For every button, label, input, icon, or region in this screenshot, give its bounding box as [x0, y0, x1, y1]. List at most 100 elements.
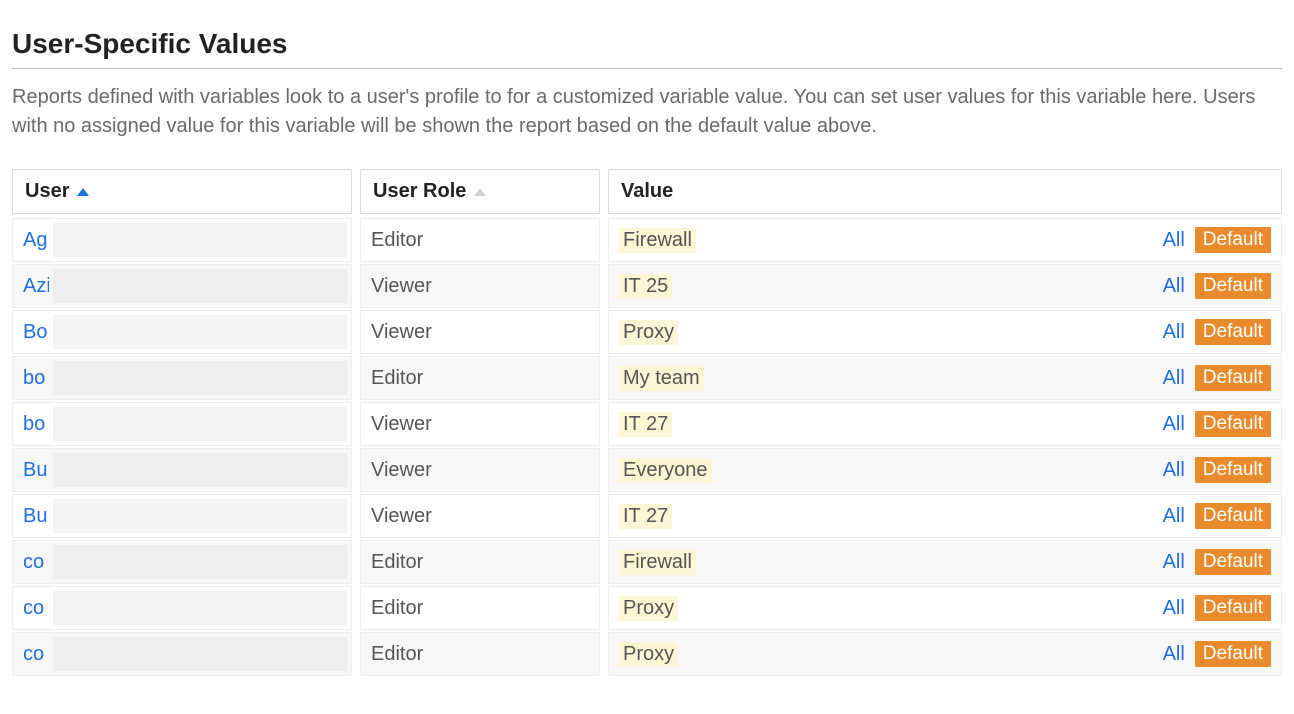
value-cell: ProxyAllDefault: [608, 632, 1282, 676]
value-cell: IT 25 All Default: [608, 264, 1282, 308]
value-cell: FirewallAllDefault: [608, 218, 1282, 262]
default-button[interactable]: Default: [1195, 595, 1271, 621]
all-link[interactable]: All: [1163, 413, 1185, 436]
column-header-value[interactable]: Value: [608, 169, 1282, 214]
table-row: bo Editor My team All Default: [12, 356, 1282, 400]
default-button[interactable]: Default: [1195, 273, 1271, 299]
value-actions: All Default: [1163, 595, 1271, 621]
user-link[interactable]: Bu: [23, 505, 49, 528]
user-link[interactable]: Bu: [23, 459, 49, 482]
user-link[interactable]: co: [23, 551, 49, 574]
value-text: IT 27: [619, 504, 672, 529]
table-row: boViewerIT 27AllDefault: [12, 402, 1282, 446]
role-cell: Viewer: [360, 310, 600, 354]
sort-inactive-icon: [474, 188, 486, 196]
default-button[interactable]: Default: [1195, 503, 1271, 529]
value-actions: All Default: [1163, 365, 1271, 391]
value-cell: Proxy All Default: [608, 586, 1282, 630]
value-text: Everyone: [619, 458, 712, 483]
value-text: Firewall: [619, 550, 696, 575]
role-cell: Editor: [360, 540, 600, 584]
value-cell: Firewall All Default: [608, 540, 1282, 584]
user-cell: Azi: [12, 264, 352, 308]
default-button[interactable]: Default: [1195, 365, 1271, 391]
user-cell: bo: [12, 402, 352, 446]
user-cell: bo: [12, 356, 352, 400]
role-cell: Editor: [360, 218, 600, 262]
section-title: User-Specific Values: [12, 28, 1282, 60]
role-cell: Viewer: [360, 494, 600, 538]
value-actions: All Default: [1163, 411, 1271, 437]
all-link[interactable]: All: [1163, 597, 1185, 620]
value-actions: All Default: [1163, 641, 1271, 667]
value-cell: IT 27 All Default: [608, 494, 1282, 538]
default-button[interactable]: Default: [1195, 549, 1271, 575]
role-cell: Viewer: [360, 402, 600, 446]
value-actions: All Default: [1163, 227, 1271, 253]
value-actions: All Default: [1163, 457, 1271, 483]
role-text: Editor: [371, 367, 423, 390]
all-link[interactable]: All: [1163, 367, 1185, 390]
user-link[interactable]: co: [23, 643, 49, 666]
value-text: IT 25: [619, 274, 672, 299]
table-header-row: User User Role Value: [12, 169, 1282, 214]
value-cell: ProxyAllDefault: [608, 310, 1282, 354]
user-link[interactable]: bo: [23, 367, 49, 390]
user-values-table: User User Role Value Ag Editor Firewall All…: [12, 169, 1282, 676]
column-header-value-label: Value: [621, 180, 673, 203]
column-header-user-role-label: User Role: [373, 180, 466, 203]
all-link[interactable]: All: [1163, 321, 1185, 344]
user-cell: Bu: [12, 494, 352, 538]
column-header-user-label: User: [25, 180, 69, 203]
column-header-user[interactable]: User: [12, 169, 352, 214]
table-row: coEditorProxyAllDefault: [12, 632, 1282, 676]
user-link[interactable]: Azi: [23, 275, 49, 298]
role-text: Viewer: [371, 505, 432, 528]
role-text: Editor: [371, 643, 423, 666]
default-button[interactable]: Default: [1195, 641, 1271, 667]
user-cell: co: [12, 632, 352, 676]
user-cell: Bo: [12, 310, 352, 354]
section-description: Reports defined with variables look to a…: [12, 83, 1272, 141]
value-actions: All Default: [1163, 549, 1271, 575]
role-cell: Editor: [360, 632, 600, 676]
user-link[interactable]: Ag: [23, 229, 49, 252]
sort-asc-icon: [77, 188, 89, 196]
user-link[interactable]: bo: [23, 413, 49, 436]
all-link[interactable]: All: [1163, 643, 1185, 666]
role-cell: Viewer: [360, 448, 600, 492]
column-header-user-role[interactable]: User Role: [360, 169, 600, 214]
table-row: co Editor Firewall All Default: [12, 540, 1282, 584]
all-link[interactable]: All: [1163, 551, 1185, 574]
table-row: co Editor Proxy All Default: [12, 586, 1282, 630]
role-cell: Viewer: [360, 264, 600, 308]
default-button[interactable]: Default: [1195, 227, 1271, 253]
user-cell: Ag: [12, 218, 352, 262]
role-text: Editor: [371, 551, 423, 574]
user-link[interactable]: co: [23, 597, 49, 620]
role-text: Viewer: [371, 413, 432, 436]
role-text: Viewer: [371, 321, 432, 344]
role-cell: Editor: [360, 356, 600, 400]
value-cell: My team All Default: [608, 356, 1282, 400]
table-row: BoViewerProxyAllDefault: [12, 310, 1282, 354]
default-button[interactable]: Default: [1195, 411, 1271, 437]
value-text: Proxy: [619, 596, 678, 621]
default-button[interactable]: Default: [1195, 457, 1271, 483]
value-text: My team: [619, 366, 704, 391]
value-cell: IT 27AllDefault: [608, 402, 1282, 446]
value-actions: All Default: [1163, 319, 1271, 345]
role-text: Viewer: [371, 459, 432, 482]
role-cell: Editor: [360, 586, 600, 630]
value-actions: All Default: [1163, 273, 1271, 299]
user-link[interactable]: Bo: [23, 321, 49, 344]
all-link[interactable]: All: [1163, 275, 1185, 298]
all-link[interactable]: All: [1163, 229, 1185, 252]
user-cell: co: [12, 540, 352, 584]
default-button[interactable]: Default: [1195, 319, 1271, 345]
all-link[interactable]: All: [1163, 505, 1185, 528]
section-divider: [12, 68, 1282, 69]
table-row: AgEditorFirewallAllDefault: [12, 218, 1282, 262]
role-text: Viewer: [371, 275, 432, 298]
all-link[interactable]: All: [1163, 459, 1185, 482]
